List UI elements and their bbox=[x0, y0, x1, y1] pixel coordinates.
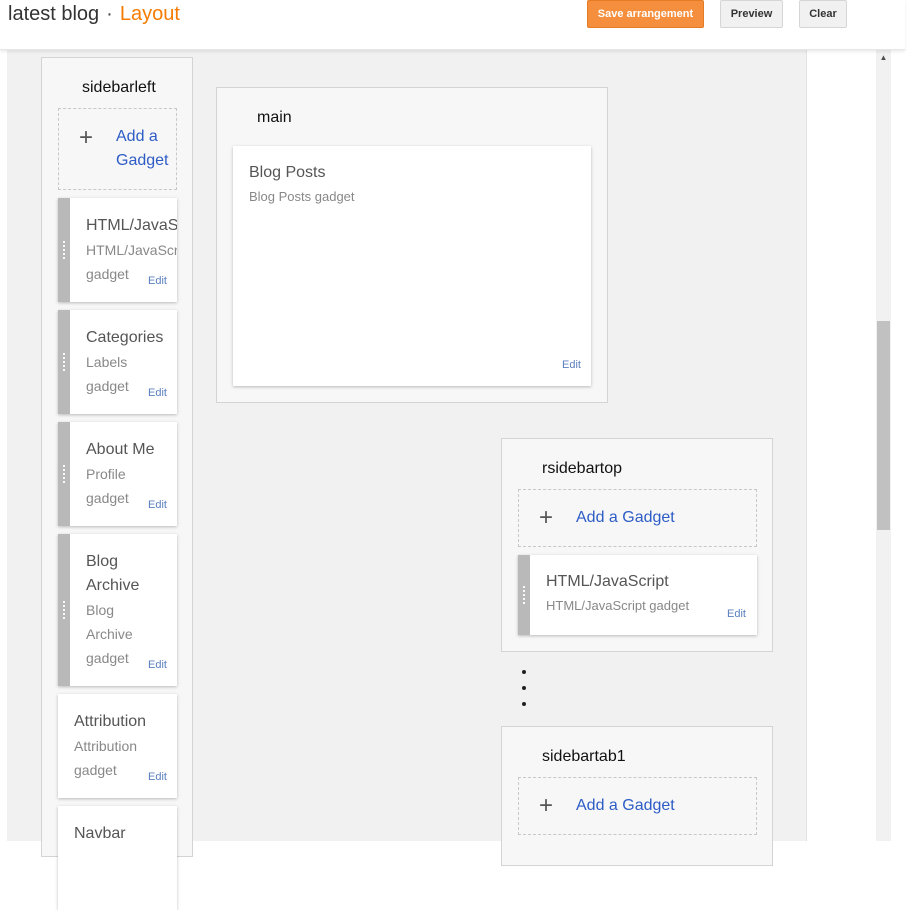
section-main: main Blog Posts Blog Posts gadget Edit bbox=[216, 87, 608, 403]
gadget-about-me[interactable]: About Me Profile gadget Edit bbox=[58, 422, 177, 526]
top-bar: latest blog · Layout Save arrangement Prev… bbox=[0, 0, 905, 50]
gadget-type: Attribution bbox=[74, 738, 138, 754]
section-title: rsidebartop bbox=[542, 460, 623, 477]
plus-icon: + bbox=[79, 124, 94, 151]
edit-link[interactable]: Edit bbox=[562, 359, 581, 371]
drag-handle[interactable] bbox=[58, 422, 70, 526]
page-name: Layout bbox=[119, 3, 180, 25]
gadget-type-suffix: gadget bbox=[86, 378, 129, 394]
title-separator: · bbox=[106, 3, 113, 25]
gadget-type-suffix: gadget bbox=[86, 650, 129, 666]
drag-handle[interactable] bbox=[58, 310, 70, 414]
gadget-categories[interactable]: Categories Labels gadget Edit bbox=[58, 310, 177, 414]
section-title: main bbox=[257, 109, 292, 126]
gadget-attribution[interactable]: Attribution Attribution gadget Edit bbox=[58, 694, 177, 798]
grip-dots-icon bbox=[63, 240, 65, 260]
gadget-title: HTML/JavaScript bbox=[86, 217, 177, 234]
clear-button[interactable]: Clear bbox=[799, 0, 847, 28]
edit-link[interactable]: Edit bbox=[148, 771, 167, 783]
edit-link[interactable]: Edit bbox=[148, 659, 167, 671]
gadget-title: Attribution bbox=[74, 713, 147, 730]
drag-handle[interactable] bbox=[518, 555, 530, 635]
edit-link[interactable]: Edit bbox=[727, 608, 746, 620]
add-gadget-label: Add a Gadget bbox=[576, 509, 675, 526]
gadget-html-javascript[interactable]: HTML/JavaScript HTML/JavaScript gadget E… bbox=[518, 555, 757, 635]
gadget-html-javascript[interactable]: HTML/JavaScript HTML/JavaScript gadget E… bbox=[58, 198, 177, 302]
grip-dots-icon bbox=[63, 352, 65, 372]
plus-icon: + bbox=[539, 504, 554, 531]
gadget-title: Categories bbox=[86, 329, 164, 346]
add-gadget-label-line1: Add a bbox=[116, 128, 158, 145]
gadget-type: HTML/JavaScript gadget bbox=[546, 598, 690, 613]
gadget-type-line2: Archive bbox=[86, 626, 133, 642]
right-margin bbox=[808, 50, 876, 841]
edit-link[interactable]: Edit bbox=[148, 387, 167, 399]
gadget-type-suffix: gadget bbox=[74, 762, 117, 778]
drag-handle[interactable] bbox=[58, 198, 70, 302]
preview-button[interactable]: Preview bbox=[720, 0, 783, 28]
save-arrangement-button[interactable]: Save arrangement bbox=[587, 0, 704, 28]
grip-dots-icon bbox=[63, 600, 65, 620]
edit-link[interactable]: Edit bbox=[148, 275, 167, 287]
gadget-title: Navbar bbox=[74, 825, 126, 842]
gadget-type: Profile bbox=[86, 466, 126, 482]
section-title: sidebartab1 bbox=[542, 748, 626, 765]
section-title: sidebarleft bbox=[82, 79, 156, 96]
plus-icon: + bbox=[539, 792, 554, 819]
gadget-type-suffix: gadget bbox=[86, 266, 129, 282]
more-sections-indicator bbox=[522, 670, 526, 710]
gadget-title-line2: Archive bbox=[86, 577, 140, 594]
grip-dots-icon bbox=[523, 585, 525, 605]
edit-link[interactable]: Edit bbox=[148, 499, 167, 511]
gadget-title: About Me bbox=[86, 441, 155, 458]
add-gadget-button[interactable]: + Add a Gadget bbox=[518, 489, 757, 547]
page-title: latest blog · Layout bbox=[8, 3, 180, 26]
gadget-title: HTML/JavaScript bbox=[546, 573, 669, 590]
gadget-type-suffix: gadget bbox=[86, 490, 129, 506]
scroll-up-arrow-icon[interactable]: ▲ bbox=[877, 52, 890, 64]
gadget-blog-archive[interactable]: Blog Archive Blog Archive gadget Edit bbox=[58, 534, 177, 686]
gadget-title-line1: Blog bbox=[86, 553, 119, 570]
gadget-type: HTML/JavaScript bbox=[86, 242, 177, 258]
section-sidebarleft: sidebarleft + Add a Gadget HTML/JavaScri… bbox=[41, 57, 193, 910]
drag-handle[interactable] bbox=[58, 534, 70, 686]
gadget-type: Blog Posts gadget bbox=[249, 189, 355, 204]
gadget-navbar[interactable]: Navbar bbox=[58, 806, 177, 910]
gadget-title: Blog Posts bbox=[249, 164, 326, 181]
blog-name: latest blog bbox=[8, 3, 100, 25]
add-gadget-label-line2: Gadget bbox=[116, 152, 169, 169]
section-sidebartab1: sidebartab1 + Add a Gadget bbox=[501, 726, 773, 866]
add-gadget-button[interactable]: + Add a Gadget bbox=[518, 777, 757, 835]
gadget-blog-posts[interactable]: Blog Posts Blog Posts gadget Edit bbox=[233, 146, 591, 386]
gadget-type: Labels bbox=[86, 354, 128, 370]
scrollbar-thumb[interactable] bbox=[877, 321, 890, 530]
add-gadget-button[interactable]: + Add a Gadget bbox=[58, 108, 177, 190]
grip-dots-icon bbox=[63, 464, 65, 484]
gadget-type-line1: Blog bbox=[86, 602, 115, 618]
add-gadget-label: Add a Gadget bbox=[576, 797, 675, 814]
section-rsidebartop: rsidebartop + Add a Gadget HTML/JavaScri… bbox=[501, 438, 773, 652]
